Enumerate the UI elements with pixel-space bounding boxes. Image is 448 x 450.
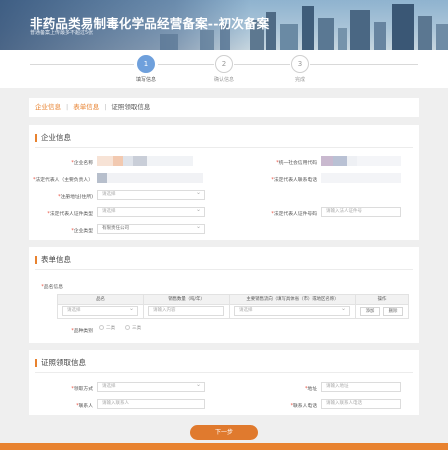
radio-icon xyxy=(99,325,104,330)
section-tabs: 企业信息 | 表单信息 | 证照领取信息 xyxy=(29,98,419,117)
pickup-method-select[interactable]: 请选择 xyxy=(97,382,205,392)
company-info-card: 企业信息 *企业名称 *统一社会信用代码 *法定代表人（主要负责人） *法定代表… xyxy=(29,125,419,240)
contact-phone-label: *联系人电话 xyxy=(290,404,317,409)
delete-row-button[interactable]: 删除 xyxy=(383,307,403,316)
contact-person-label: *联系人 xyxy=(76,404,93,409)
next-step-button[interactable]: 下一步 xyxy=(190,425,258,440)
tab-company-info[interactable]: 企业信息 xyxy=(35,103,61,111)
legal-contact-value xyxy=(321,173,401,183)
tab-separator: | xyxy=(66,103,69,111)
table-row: 请选择 请输入内容 请选择 添加 删除 xyxy=(58,305,408,318)
product-table: 品名 销售数量（吨/年） 主要销售流向（填写具体省（市）或地区名称） 操作 请选… xyxy=(57,294,409,319)
table-header: 品名 销售数量（吨/年） 主要销售流向（填写具体省（市）或地区名称） 操作 xyxy=(58,295,408,305)
tab-form-info[interactable]: 表单信息 xyxy=(73,103,99,111)
header-banner: 非药品类易制毒化学品经营备案--初次备案 普通备案上传最多不超过5张 xyxy=(0,0,448,50)
step-1-label: 填写信息 xyxy=(135,77,156,83)
credit-code-label: *统一社会信用代码 xyxy=(276,161,317,166)
address-label: *注册地址(住所) xyxy=(58,195,93,200)
id-type-label: *法定代表人证件类型 xyxy=(47,212,93,217)
contact-phone-input[interactable]: 请输入联系人电话 xyxy=(321,399,401,409)
col-flow: 主要销售流向（填写具体省（市）或地区名称） xyxy=(230,295,356,304)
license-info-title: 证照领取信息 xyxy=(35,359,86,367)
step-3: 3 完成 xyxy=(270,55,330,83)
step-progress: 1 填写信息 2 确认信息 3 完成 xyxy=(0,50,448,88)
legal-person-label: *法定代表人（主要负责人） xyxy=(33,178,93,183)
product-select[interactable]: 请选择 xyxy=(62,306,138,316)
step-3-label: 完成 xyxy=(294,77,305,83)
step-3-number: 3 xyxy=(291,55,309,73)
company-type-select[interactable]: 有限责任公司 xyxy=(97,224,205,234)
category-option-2[interactable]: 二类 xyxy=(99,325,115,331)
flow-select[interactable]: 请选择 xyxy=(234,306,350,316)
category-label: *品种类别 xyxy=(71,329,93,334)
page: 非药品类易制毒化学品经营备案--初次备案 普通备案上传最多不超过5张 1 填写信… xyxy=(0,0,448,450)
legal-contact-label: *法定代表人联系电话 xyxy=(271,178,317,183)
license-info-card: 证照领取信息 *领取方式 请选择 *地址 请输入地址 *联系人 请输入联系人 *… xyxy=(29,350,419,415)
product-info-label: *品名信息 xyxy=(41,285,63,290)
col-quantity: 销售数量（吨/年） xyxy=(144,295,230,304)
step-2: 2 确认信息 xyxy=(194,55,254,83)
legal-person-value xyxy=(97,173,203,183)
step-2-number: 2 xyxy=(215,55,233,73)
id-number-input[interactable]: 请输入法人证件号 xyxy=(321,207,401,217)
pickup-method-label: *领取方式 xyxy=(71,387,93,392)
id-number-label: *法定代表人证件号码 xyxy=(271,212,317,217)
company-type-label: *企业类型 xyxy=(71,229,93,234)
pickup-address-input[interactable]: 请输入地址 xyxy=(321,382,401,392)
quantity-input[interactable]: 请输入内容 xyxy=(148,306,224,316)
company-name-label: *企业名称 xyxy=(71,161,93,166)
col-action: 操作 xyxy=(377,297,387,302)
footer-bar xyxy=(0,443,448,450)
radio-icon xyxy=(125,325,130,330)
credit-code-value xyxy=(321,156,401,166)
step-1: 1 填写信息 xyxy=(116,55,176,83)
address-select[interactable]: 请选择 xyxy=(97,190,205,200)
step-2-label: 确认信息 xyxy=(213,77,234,83)
add-row-button[interactable]: 添加 xyxy=(360,307,380,316)
page-subtitle: 普通备案上传最多不超过5张 xyxy=(30,30,94,36)
company-name-value xyxy=(97,156,193,166)
pickup-address-label: *地址 xyxy=(304,387,317,392)
contact-person-input[interactable]: 请输入联系人 xyxy=(97,399,205,409)
form-info-title: 表单信息 xyxy=(35,256,71,264)
id-type-select[interactable]: 请选择 xyxy=(97,207,205,217)
step-1-number: 1 xyxy=(137,55,155,73)
company-info-title: 企业信息 xyxy=(35,134,71,142)
col-product: 品名 xyxy=(58,295,144,304)
category-option-3[interactable]: 三类 xyxy=(125,325,141,331)
tab-license-info[interactable]: 证照领取信息 xyxy=(111,103,150,111)
tab-separator: | xyxy=(104,103,107,111)
